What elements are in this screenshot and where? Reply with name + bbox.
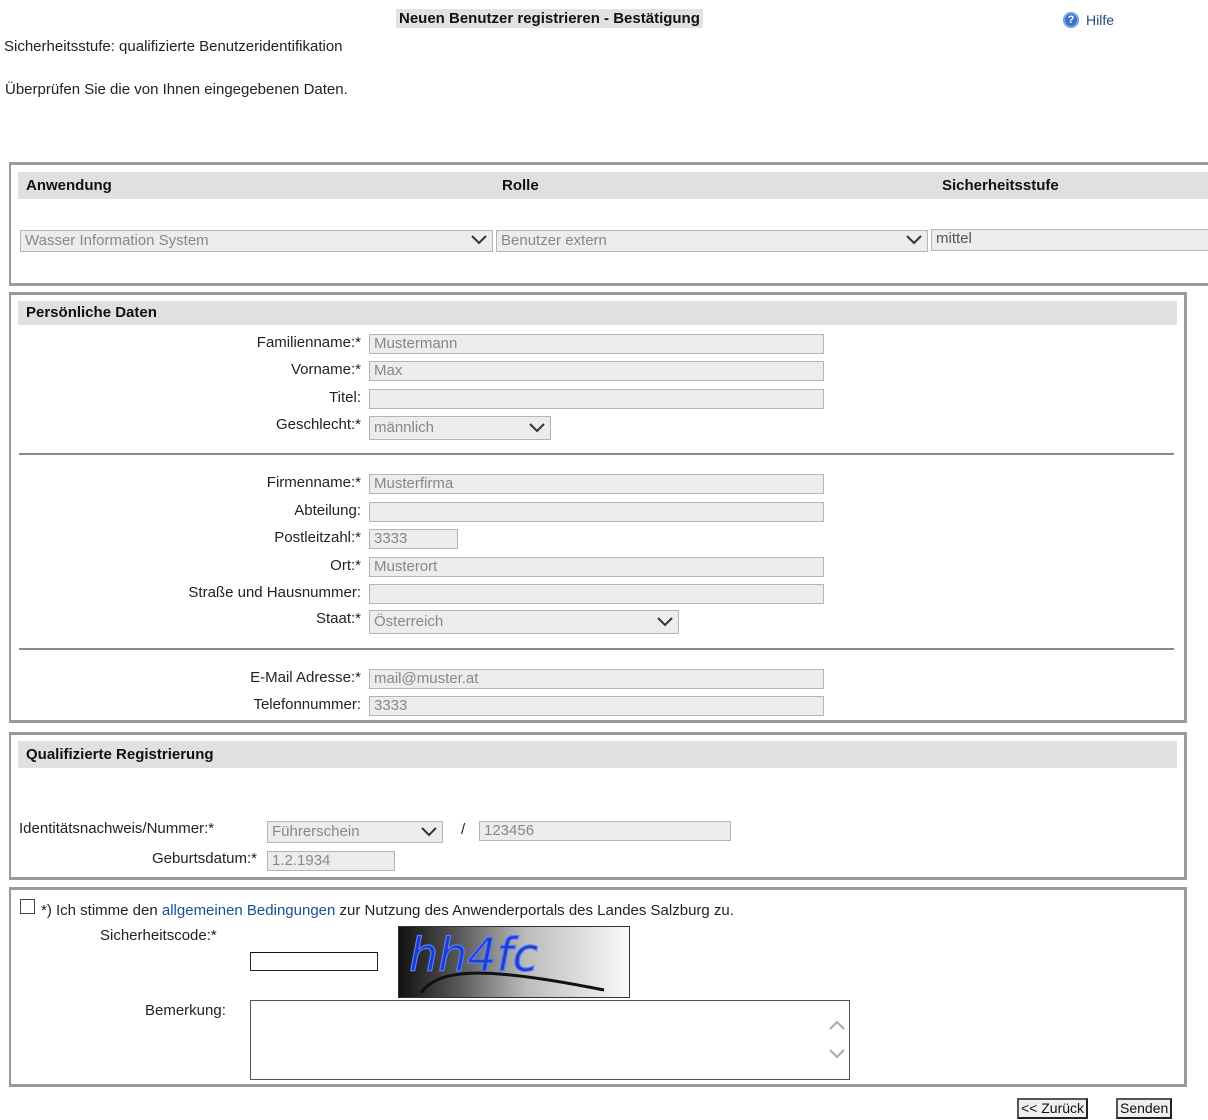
captcha-image: hh4fc <box>398 926 630 998</box>
sicherheitsstufe-value: mittel <box>936 230 972 247</box>
id-number-field[interactable]: 123456 <box>479 821 731 841</box>
consent-text: *) Ich stimme den allgemeinen Bedingunge… <box>41 902 734 920</box>
email-value: mail@muster.at <box>374 670 479 687</box>
qualified-registration-title: Qualifizierte Registrierung <box>26 746 214 763</box>
application-header-row: Anwendung Rolle Sicherheitsstufe <box>18 172 1208 199</box>
id-type-select[interactable]: Führerschein <box>267 821 443 843</box>
postleitzahl-value: 3333 <box>374 530 408 547</box>
rolle-value: Benutzer extern <box>501 232 607 249</box>
strasse-label: Straße und Hausnummer: <box>188 584 361 601</box>
security-level-text: Sicherheitsstufe: qualifizierte Benutzer… <box>4 38 343 55</box>
ort-field[interactable]: Musterort <box>369 557 824 577</box>
consent-text-after: zur Nutzung des Anwenderportals des Land… <box>335 902 734 919</box>
birth-date-field[interactable]: 1.2.1934 <box>267 851 395 871</box>
vorname-value: Max <box>374 362 403 379</box>
birth-date-label: Geburtsdatum:* <box>151 850 257 867</box>
page-title: Neuen Benutzer registrieren - Bestätigun… <box>396 9 703 28</box>
chevron-down-icon <box>657 617 673 627</box>
column-rolle: Rolle <box>502 177 539 194</box>
qualified-registration-header: Qualifizierte Registrierung <box>18 741 1177 768</box>
staat-select[interactable]: Österreich <box>369 610 679 634</box>
chevron-down-icon[interactable] <box>829 1048 845 1060</box>
column-anwendung: Anwendung <box>26 177 112 194</box>
telefon-label: Telefonnummer: <box>253 696 361 713</box>
consent-box: *) Ich stimme den allgemeinen Bedingunge… <box>9 887 1187 1087</box>
geschlecht-label: Geschlecht:* <box>275 416 361 433</box>
familienname-label: Familienname:* <box>256 334 361 351</box>
application-box: Anwendung Rolle Sicherheitsstufe Wasser … <box>9 162 1208 286</box>
postleitzahl-label: Postleitzahl:* <box>274 529 361 546</box>
strasse-field[interactable] <box>369 584 824 604</box>
remark-textarea[interactable] <box>250 1000 850 1080</box>
rolle-select[interactable]: Benutzer extern <box>496 230 928 252</box>
captcha-input[interactable] <box>250 952 378 971</box>
chevron-down-icon <box>471 235 487 245</box>
titel-label: Titel: <box>329 389 361 406</box>
anwendung-select[interactable]: Wasser Information System <box>20 230 493 252</box>
abteilung-field[interactable] <box>369 502 824 522</box>
id-label: Identitätsnachweis/Nummer:* <box>19 820 215 837</box>
ort-value: Musterort <box>374 558 438 575</box>
anwendung-value: Wasser Information System <box>25 232 209 249</box>
firmenname-field[interactable]: Musterfirma <box>369 474 824 494</box>
familienname-field[interactable]: Mustermann <box>369 334 824 354</box>
telefon-value: 3333 <box>374 697 408 714</box>
staat-value: Österreich <box>374 613 444 630</box>
column-sicherheitsstufe: Sicherheitsstufe <box>942 177 1059 194</box>
email-field[interactable]: mail@muster.at <box>369 669 824 689</box>
terms-link[interactable]: allgemeinen Bedingungen <box>162 902 335 919</box>
ort-label: Ort:* <box>330 557 361 574</box>
captcha-label: Sicherheitscode:* <box>100 927 217 944</box>
help-link[interactable]: ? Hilfe <box>1063 12 1114 28</box>
postleitzahl-field[interactable]: 3333 <box>369 529 458 549</box>
remark-label: Bemerkung: <box>145 1002 226 1019</box>
consent-checkbox[interactable] <box>20 899 35 914</box>
qualified-registration-box: Qualifizierte Registrierung Identitätsna… <box>9 732 1187 880</box>
vorname-label: Vorname:* <box>290 361 361 378</box>
remark-scrollbar[interactable] <box>823 1001 849 1079</box>
firmenname-value: Musterfirma <box>374 475 454 492</box>
chevron-down-icon <box>906 235 922 245</box>
consent-text-before: *) Ich stimme den <box>41 902 162 919</box>
chevron-down-icon <box>529 423 545 433</box>
captcha-graphic: hh4fc <box>408 927 605 994</box>
email-label: E-Mail Adresse:* <box>250 669 361 686</box>
id-separator: / <box>461 821 466 838</box>
familienname-value: Mustermann <box>374 335 458 352</box>
firmenname-label: Firmenname:* <box>266 474 361 491</box>
abteilung-label: Abteilung: <box>294 502 361 519</box>
birth-date-value: 1.2.1934 <box>272 852 331 869</box>
personal-data-header: Persönliche Daten <box>18 301 1177 325</box>
send-button[interactable]: Senden <box>1116 1098 1173 1119</box>
geschlecht-value: männlich <box>374 419 435 436</box>
id-type-value: Führerschein <box>272 823 360 840</box>
staat-label: Staat:* <box>315 610 361 627</box>
section-divider <box>19 453 1174 455</box>
back-button[interactable]: << Zurück <box>1017 1098 1089 1119</box>
telefon-field[interactable]: 3333 <box>369 696 824 716</box>
personal-data-title: Persönliche Daten <box>26 304 157 321</box>
chevron-down-icon <box>421 827 437 837</box>
id-number-value: 123456 <box>484 822 535 839</box>
sicherheitsstufe-field[interactable]: mittel <box>931 229 1208 251</box>
help-icon: ? <box>1063 12 1079 28</box>
chevron-up-icon[interactable] <box>829 1019 845 1031</box>
help-label: Hilfe <box>1086 12 1115 28</box>
section-divider <box>19 648 1174 650</box>
vorname-field[interactable]: Max <box>369 361 824 381</box>
geschlecht-select[interactable]: männlich <box>369 416 551 440</box>
review-instruction: Überprüfen Sie die von Ihnen eingegebene… <box>5 81 348 98</box>
personal-data-box: Persönliche Daten Familienname:* Musterm… <box>9 292 1187 723</box>
titel-field[interactable] <box>369 389 824 409</box>
